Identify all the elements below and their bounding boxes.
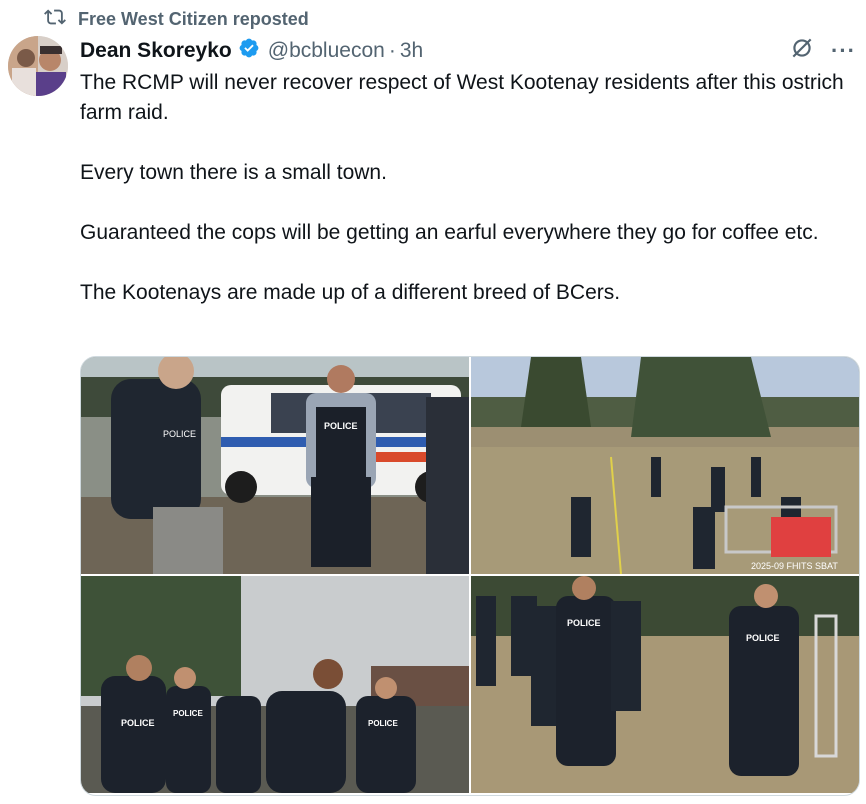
tweet-text: The RCMP will never recover respect of W… <box>80 68 860 338</box>
post-time[interactable]: 3h <box>400 39 423 63</box>
vest-text: POLICE <box>324 421 358 431</box>
more-options-icon[interactable]: ··· <box>831 38 856 64</box>
vest-text: POLICE <box>368 719 398 728</box>
tweet-paragraph: The Kootenays are made up of a different… <box>80 281 621 304</box>
tweet-paragraph: Guaranteed the cops will be getting an e… <box>80 221 819 244</box>
photo-farm-field[interactable]: 2025-09 FHITS SBAT <box>471 357 859 574</box>
repost-label: Free West Citizen reposted <box>78 9 309 29</box>
avatar[interactable] <box>8 36 68 96</box>
photo-officers-by-truck[interactable]: POLICE POLICE <box>81 357 469 574</box>
verified-badge-icon <box>232 37 260 65</box>
tweet-paragraph: Every town there is a small town. <box>80 161 387 184</box>
vest-text: POLICE <box>121 718 155 728</box>
media-grid: POLICE POLICE 2025-09 FHITS SBAT POLICE … <box>80 356 860 796</box>
tweet-header: Dean Skoreyko @bcbluecon · 3h ··· <box>80 36 856 66</box>
photo-officers-on-path[interactable]: POLICE POLICE <box>471 576 859 793</box>
author-handle[interactable]: @bcbluecon <box>268 39 385 63</box>
repost-indicator[interactable]: Free West Citizen reposted <box>44 6 309 33</box>
photo-officers-group[interactable]: POLICE POLICE POLICE <box>81 576 469 793</box>
vest-text: POLICE <box>746 633 780 643</box>
grok-icon[interactable] <box>789 35 815 67</box>
repost-icon <box>44 6 66 33</box>
vest-text: POLICE <box>567 618 601 628</box>
author-name[interactable]: Dean Skoreyko <box>80 39 232 63</box>
separator-dot: · <box>388 39 396 62</box>
vest-text: POLICE <box>173 709 203 718</box>
tweet-paragraph: The RCMP will never recover respect of W… <box>80 71 844 124</box>
jacket-text: POLICE <box>163 429 196 439</box>
photo-watermark: 2025-09 FHITS SBAT <box>751 561 838 571</box>
